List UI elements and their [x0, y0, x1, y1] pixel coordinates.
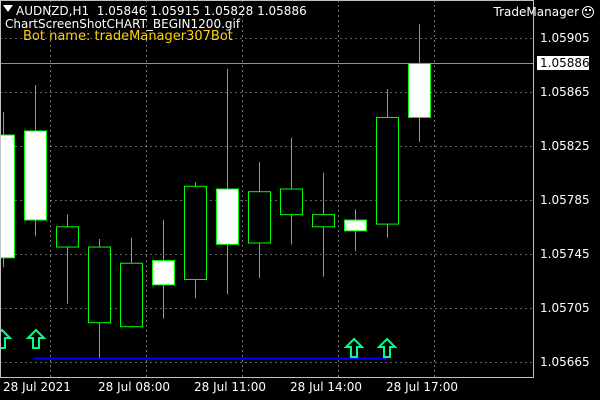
chart-window[interactable]: AUDNZD,H1 1.05846 1.05915 1.05828 1.0588…: [0, 0, 600, 400]
candle[interactable]: [152, 220, 175, 319]
candle-body: [152, 260, 175, 286]
trade-manager-label[interactable]: TradeManager: [494, 5, 594, 19]
candle-body: [248, 191, 271, 244]
candle[interactable]: [56, 214, 79, 304]
price-label: 1.05745: [540, 247, 590, 261]
candle[interactable]: [88, 238, 111, 358]
up-arrow-icon: [0, 328, 13, 349]
current-price-label: 1.05886: [537, 56, 590, 70]
candle-body: [216, 188, 239, 245]
price-label: 1.05905: [540, 31, 590, 45]
candle[interactable]: [184, 182, 207, 299]
time-label: 28 Jul 14:00: [290, 380, 362, 394]
signal-arrows: [0, 328, 398, 358]
candle[interactable]: [216, 68, 239, 295]
candle-body: [408, 62, 431, 118]
candle-body: [24, 130, 47, 221]
candle[interactable]: [248, 162, 271, 279]
candle-body: [88, 246, 111, 324]
price-label: 1.05705: [540, 301, 590, 315]
candle-body: [120, 262, 143, 328]
price-chart[interactable]: [0, 0, 600, 400]
up-arrow-icon: [376, 337, 398, 358]
candle[interactable]: [376, 89, 399, 238]
bot-name-label: Bot name: tradeManager307Bot: [23, 29, 233, 44]
trade-manager-text: TradeManager: [493, 5, 579, 19]
dropdown-arrow-icon[interactable]: [3, 5, 13, 12]
price-label: 1.05665: [540, 355, 590, 369]
candle-body: [312, 214, 335, 228]
candles[interactable]: [0, 24, 431, 358]
time-label: 28 Jul 08:00: [98, 380, 170, 394]
candle-body: [376, 116, 399, 225]
candle-body: [184, 185, 207, 280]
price-label: 1.05825: [540, 139, 590, 153]
candle[interactable]: [408, 24, 431, 142]
up-arrow-icon: [25, 328, 47, 349]
price-label: 1.05785: [540, 193, 590, 207]
candle-body: [344, 219, 367, 232]
candle[interactable]: [312, 172, 335, 277]
time-label: 28 Jul 17:00: [386, 380, 458, 394]
time-label: 28 Jul 2021: [3, 380, 71, 394]
price-label: 1.05865: [540, 85, 590, 99]
candle-body: [56, 226, 79, 248]
time-label: 28 Jul 11:00: [194, 380, 266, 394]
candle[interactable]: [24, 85, 47, 237]
plot-frame: [0, 0, 534, 378]
up-arrow-icon: [343, 337, 365, 358]
candle[interactable]: [344, 209, 367, 252]
candle[interactable]: [280, 137, 303, 245]
smiley-icon[interactable]: [582, 6, 594, 18]
grid-lines: [0, 0, 533, 378]
candle-body: [0, 134, 15, 259]
candle-body: [280, 188, 303, 216]
candle[interactable]: [120, 237, 143, 328]
candle[interactable]: [0, 112, 15, 268]
